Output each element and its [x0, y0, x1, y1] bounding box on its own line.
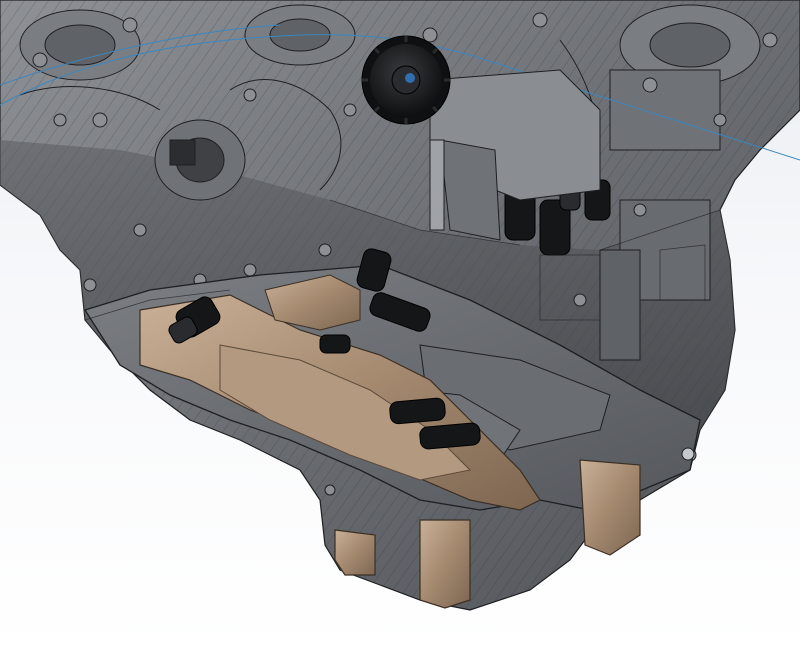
gear-icon: [361, 35, 451, 125]
engine-render: [0, 0, 800, 611]
cad-viewport: [0, 0, 800, 648]
